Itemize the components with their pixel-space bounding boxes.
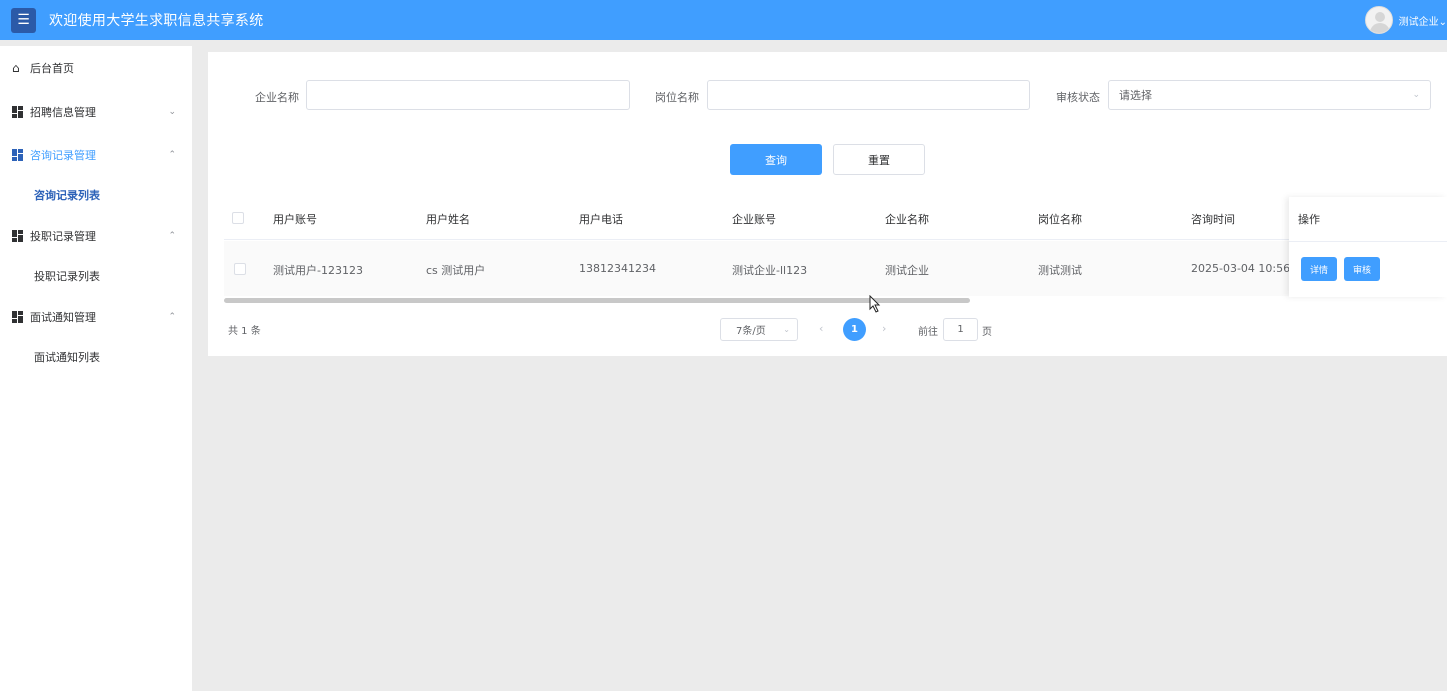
grid-icon <box>12 310 24 323</box>
table-cell: 测试测试 <box>1038 264 1082 277</box>
sidebar-item-label: 投职记录列表 <box>34 270 100 283</box>
company-name-label: 企业名称 <box>255 91 299 104</box>
sidebar-item-application[interactable]: 投职记录管理 ⌃ <box>0 214 192 257</box>
sidebar: ⌂ 后台首页 招聘信息管理 ⌄ 咨询记录管理 ⌃ 咨询记录列表 投职记录管理 ⌃… <box>0 46 192 691</box>
top-header: ☰ 欢迎使用大学生求职信息共享系统 测试企业⌄ <box>0 0 1447 40</box>
review-status-label: 审核状态 <box>1056 91 1100 104</box>
main-card: 企业名称 岗位名称 审核状态 请选择 ⌄ 查询 重置 用户账号 用户姓名 用户电… <box>208 52 1447 356</box>
chevron-down-icon: ⌄ <box>1438 16 1447 28</box>
app-title: 欢迎使用大学生求职信息共享系统 <box>49 13 264 29</box>
page-size-select[interactable]: 7条/页 ⌄ <box>720 318 798 341</box>
table-row[interactable]: 测试用户-123123 cs 测试用户 13812341234 测试企业-ll1… <box>224 241 1447 296</box>
table-header: 用户账号 用户姓名 用户电话 企业账号 企业名称 岗位名称 咨询时间 <box>224 197 1447 240</box>
grid-icon <box>12 148 24 161</box>
column-header: 用户账号 <box>273 213 317 226</box>
table-cell: 13812341234 <box>579 262 656 275</box>
table-cell: 2025-03-04 10:56:0 <box>1191 262 1301 275</box>
table-cell: 测试企业-ll123 <box>732 264 808 277</box>
sidebar-item-label: 咨询记录列表 <box>34 189 100 202</box>
avatar[interactable] <box>1364 6 1393 34</box>
horizontal-scrollbar[interactable] <box>224 298 1447 304</box>
menu-toggle-button[interactable]: ☰ <box>11 7 36 33</box>
sidebar-item-label: 投职记录管理 <box>30 229 96 243</box>
scrollbar-thumb[interactable] <box>224 298 970 303</box>
sidebar-item-recruitment[interactable]: 招聘信息管理 ⌄ <box>0 90 192 133</box>
grid-icon <box>12 229 24 242</box>
goto-page-input[interactable]: 1 <box>943 318 978 341</box>
column-header: 操作 <box>1298 213 1320 226</box>
column-header: 企业名称 <box>885 213 929 226</box>
column-header: 咨询时间 <box>1191 213 1235 226</box>
prev-page-button[interactable]: ‹ <box>819 322 823 335</box>
column-header: 岗位名称 <box>1038 213 1082 226</box>
actions-column: 操作 详情 审核 <box>1289 197 1447 297</box>
sidebar-item-label: 咨询记录管理 <box>30 148 96 162</box>
detail-button[interactable]: 详情 <box>1301 257 1337 281</box>
chevron-up-icon: ⌃ <box>168 230 176 241</box>
table-cell: 测试用户-123123 <box>273 264 363 277</box>
user-menu[interactable]: 测试企业⌄ <box>1364 0 1447 40</box>
reset-button[interactable]: 重置 <box>833 144 925 175</box>
chevron-up-icon: ⌃ <box>168 149 176 160</box>
table-cell: 测试企业 <box>885 264 929 277</box>
chevron-down-icon: ⌄ <box>783 325 790 334</box>
sidebar-subitem-interview-list[interactable]: 面试通知列表 <box>0 338 192 376</box>
sidebar-item-label: 面试通知管理 <box>30 310 96 324</box>
sidebar-item-interview[interactable]: 面试通知管理 ⌃ <box>0 295 192 338</box>
total-count: 共 1 条 <box>228 326 261 337</box>
page-number-current[interactable]: 1 <box>843 318 866 341</box>
position-name-label: 岗位名称 <box>655 91 699 104</box>
user-name[interactable]: 测试企业⌄ <box>1399 13 1447 28</box>
hamburger-icon: ☰ <box>17 12 30 28</box>
goto-suffix: 页 <box>982 327 992 338</box>
sidebar-item-home[interactable]: ⌂ 后台首页 <box>0 46 192 90</box>
select-all-checkbox[interactable] <box>232 212 244 224</box>
review-status-select[interactable]: 请选择 ⌄ <box>1108 80 1431 110</box>
table-cell: cs 测试用户 <box>426 264 486 277</box>
grid-icon <box>12 105 24 118</box>
sidebar-item-consultation[interactable]: 咨询记录管理 ⌃ <box>0 133 192 176</box>
chevron-down-icon: ⌄ <box>168 106 176 117</box>
sidebar-item-label: 面试通知列表 <box>34 351 100 364</box>
review-button[interactable]: 审核 <box>1344 257 1380 281</box>
home-icon: ⌂ <box>12 61 20 75</box>
chevron-down-icon: ⌄ <box>1412 90 1420 100</box>
next-page-button[interactable]: › <box>882 322 886 335</box>
column-header: 企业账号 <box>732 213 776 226</box>
sidebar-subitem-application-list[interactable]: 投职记录列表 <box>0 257 192 295</box>
sidebar-item-label: 招聘信息管理 <box>30 105 96 119</box>
position-name-input[interactable] <box>707 80 1030 110</box>
sidebar-subitem-consultation-list[interactable]: 咨询记录列表 <box>0 176 192 214</box>
column-header: 用户电话 <box>579 213 623 226</box>
chevron-up-icon: ⌃ <box>168 311 176 322</box>
company-name-input[interactable] <box>306 80 630 110</box>
query-button[interactable]: 查询 <box>730 144 822 175</box>
column-header: 用户姓名 <box>426 213 470 226</box>
row-checkbox[interactable] <box>234 263 246 275</box>
sidebar-item-label: 后台首页 <box>30 62 74 75</box>
mouse-cursor-icon <box>869 295 881 313</box>
goto-label: 前往 <box>918 327 938 338</box>
